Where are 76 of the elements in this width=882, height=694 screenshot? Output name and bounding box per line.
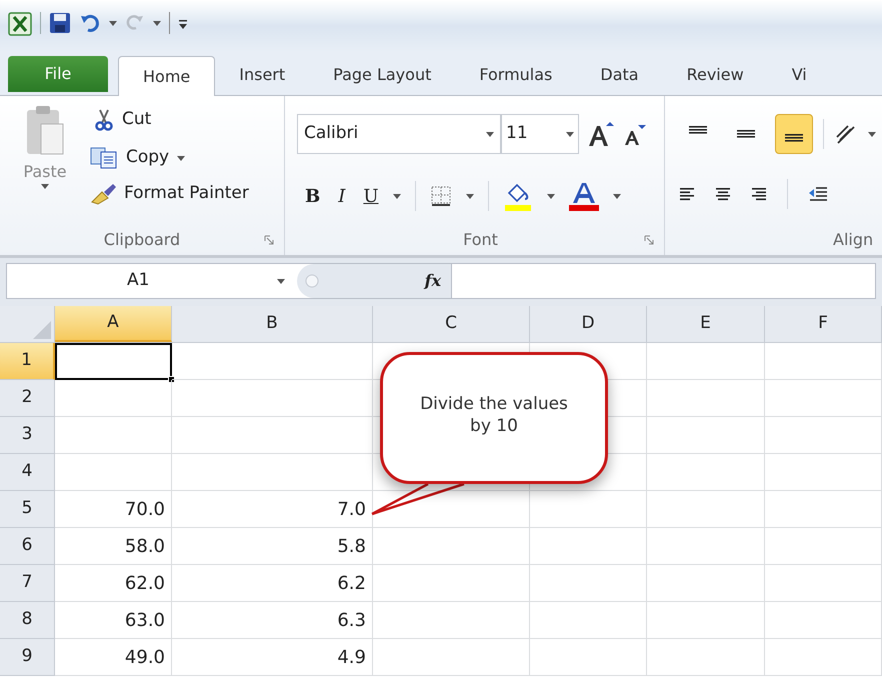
scissors-icon <box>94 109 114 131</box>
align-left-icon[interactable] <box>679 187 695 201</box>
active-cell[interactable] <box>55 343 172 380</box>
group-label: Clipboard <box>104 229 180 251</box>
dropdown-caret-icon <box>612 194 621 198</box>
dropdown-caret-icon <box>486 132 494 136</box>
save-icon[interactable] <box>49 12 71 34</box>
lines-icon <box>785 134 803 142</box>
dropdown-caret-icon <box>466 194 474 198</box>
ribbon-tab[interactable]: Insert <box>215 55 310 95</box>
ribbon-tab[interactable]: Review <box>662 55 768 95</box>
group-label: Font <box>463 229 498 251</box>
copy-button[interactable]: Copy <box>90 144 249 172</box>
fill-color-icon[interactable] <box>502 181 533 211</box>
align-bottom-button[interactable] <box>775 114 813 154</box>
italic-button[interactable]: I <box>334 182 350 210</box>
font-name-field[interactable]: Calibri <box>297 114 501 154</box>
align-center-icon[interactable] <box>715 187 731 201</box>
redo-menu-caret-icon <box>153 21 161 26</box>
group-label: Align <box>833 229 874 251</box>
column-header[interactable]: D <box>530 306 647 342</box>
font-color-icon[interactable] <box>568 181 599 211</box>
row-header[interactable]: 6 <box>0 528 55 565</box>
cell[interactable] <box>647 639 765 676</box>
spreadsheet-app-icon <box>8 12 32 36</box>
row-header[interactable]: 7 <box>0 565 55 602</box>
cell[interactable] <box>765 639 882 676</box>
dropdown-caret-icon <box>392 194 401 198</box>
triangle-icon <box>33 321 51 339</box>
customize-toolbar-icon[interactable] <box>178 18 188 30</box>
file-tab[interactable]: File <box>8 56 108 92</box>
column-header[interactable]: A <box>55 306 172 342</box>
dropdown-caret-icon <box>546 194 555 198</box>
paintbrush-icon <box>90 182 118 206</box>
cell[interactable] <box>530 639 647 676</box>
row-header[interactable]: 2 <box>0 380 55 417</box>
ribbon-tab[interactable]: Page Layout <box>309 55 456 95</box>
row-header[interactable]: 5 <box>0 491 55 528</box>
paste-menu-caret-icon <box>41 184 49 189</box>
decrease-indent-icon[interactable] <box>808 186 828 202</box>
undo-icon[interactable] <box>79 12 101 34</box>
row-header[interactable]: 8 <box>0 602 55 639</box>
copy-menu-caret-icon <box>177 156 186 160</box>
ribbon-tab[interactable]: Home <box>118 56 216 96</box>
column-header[interactable]: C <box>373 306 530 342</box>
dialog-launcher-icon[interactable] <box>644 235 654 245</box>
row-header[interactable]: 1 <box>0 343 55 380</box>
undo-menu-caret-icon <box>109 21 117 26</box>
ribbon-tab[interactable]: Data <box>576 55 663 95</box>
column-header[interactable]: B <box>172 306 373 342</box>
cell[interactable]: 4.9 <box>172 639 373 676</box>
font-size-field[interactable]: 11 <box>501 114 579 154</box>
dropdown-caret-icon <box>566 132 574 136</box>
borders-icon[interactable] <box>430 185 452 207</box>
row-header[interactable]: 9 <box>0 639 55 676</box>
ribbon-tab[interactable]: Formulas <box>455 55 576 95</box>
callout-text: Divide the values by 10 <box>420 393 568 437</box>
cut-button[interactable]: Cut <box>90 104 249 136</box>
dialog-launcher-icon[interactable] <box>264 235 274 245</box>
column-header[interactable]: E <box>647 306 765 342</box>
row-header[interactable]: 4 <box>0 454 55 491</box>
copy-icon <box>90 147 118 169</box>
ribbon-tab[interactable]: Vi <box>768 55 831 95</box>
format-painter-button[interactable]: Format Painter <box>90 180 249 208</box>
align-right-icon[interactable] <box>751 187 767 201</box>
redo-icon[interactable] <box>125 12 145 32</box>
lines-icon <box>737 130 755 138</box>
bold-button[interactable]: B <box>305 182 320 210</box>
row-header[interactable]: 3 <box>0 417 55 454</box>
grow-font-icon[interactable] <box>587 120 615 148</box>
dropdown-caret-icon <box>868 132 876 136</box>
lines-icon <box>689 126 707 134</box>
column-header[interactable]: F <box>765 306 882 342</box>
cell[interactable]: 49.0 <box>55 639 172 676</box>
underline-button[interactable]: U <box>363 182 379 210</box>
cell[interactable] <box>373 639 530 676</box>
